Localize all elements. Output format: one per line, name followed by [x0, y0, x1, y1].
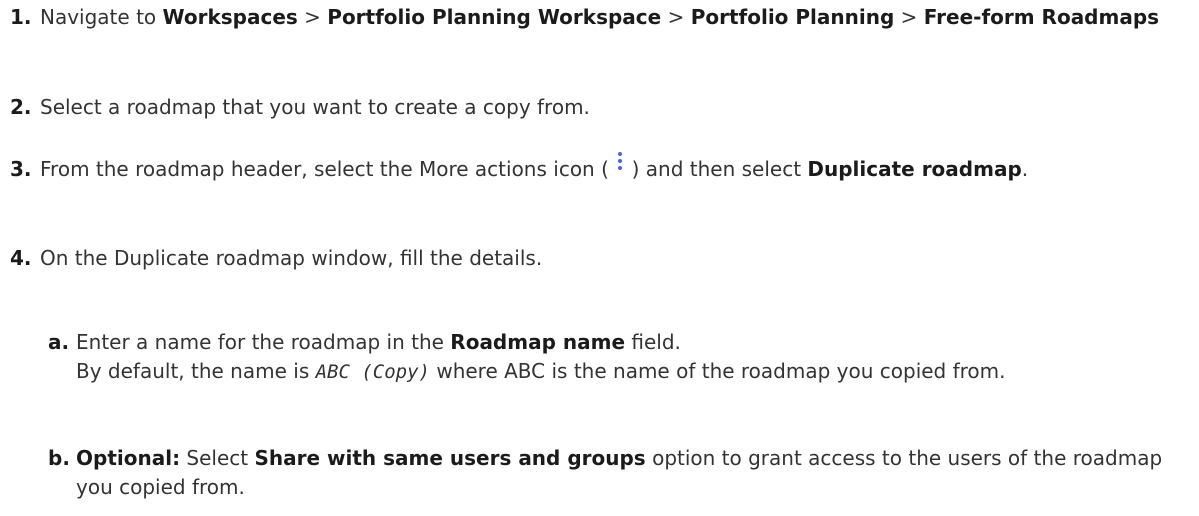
bold-term: Optional:	[76, 446, 181, 470]
text-run: Navigate to	[40, 5, 163, 29]
text-run: ) and then select	[625, 157, 808, 181]
step-number: 1.	[10, 5, 32, 29]
text-run: On the Duplicate roadmap window, fill th…	[40, 246, 543, 270]
text-run: >	[894, 5, 924, 29]
bold-term: Duplicate roadmap	[807, 157, 1022, 181]
bold-term: Portfolio Planning Workspace	[327, 5, 662, 29]
substep-text: Enter a name for the roadmap in the Road…	[76, 328, 1190, 387]
step-text: Select a roadmap that you want to create…	[40, 93, 1190, 122]
step-number: 3.	[10, 157, 32, 181]
bold-term: Share with same users and groups	[254, 446, 646, 470]
bold-term: Portfolio Planning	[690, 5, 895, 29]
step-number: 2.	[10, 95, 32, 119]
bold-term: Free-form Roadmaps	[923, 5, 1160, 29]
code-text: ABC (Copy)	[315, 361, 430, 383]
text-run: Enter a name for the roadmap in the	[76, 330, 451, 354]
bold-term: Workspaces	[162, 5, 298, 29]
step-number: 4.	[10, 246, 32, 270]
text-run: By default, the name is	[76, 359, 316, 383]
step-text: On the Duplicate roadmap window, fill th…	[40, 244, 1190, 273]
more-actions-icon	[615, 151, 625, 174]
step-text: From the roadmap header, select the More…	[40, 151, 1190, 184]
text-run: where ABC is the name of the roadmap you…	[429, 359, 1006, 383]
text-run: >	[297, 5, 328, 29]
substep-text: Optional: Select Share with same users a…	[76, 444, 1190, 502]
text-run: >	[661, 5, 691, 29]
procedure-steps: 1. Navigate to Workspaces > Portfolio Pl…	[0, 0, 1199, 516]
text-run: Select a roadmap that you want to create…	[40, 95, 590, 119]
text-run: From the roadmap header, select the More…	[40, 157, 616, 181]
text-run: field.	[625, 330, 681, 354]
bold-term: Roadmap name	[450, 330, 626, 354]
text-run: Select	[180, 446, 255, 470]
step-text: Navigate to Workspaces > Portfolio Plann…	[40, 3, 1190, 32]
substep-letter: b.	[48, 446, 70, 470]
substep-letter: a.	[48, 330, 70, 354]
text-run: .	[1021, 157, 1029, 181]
